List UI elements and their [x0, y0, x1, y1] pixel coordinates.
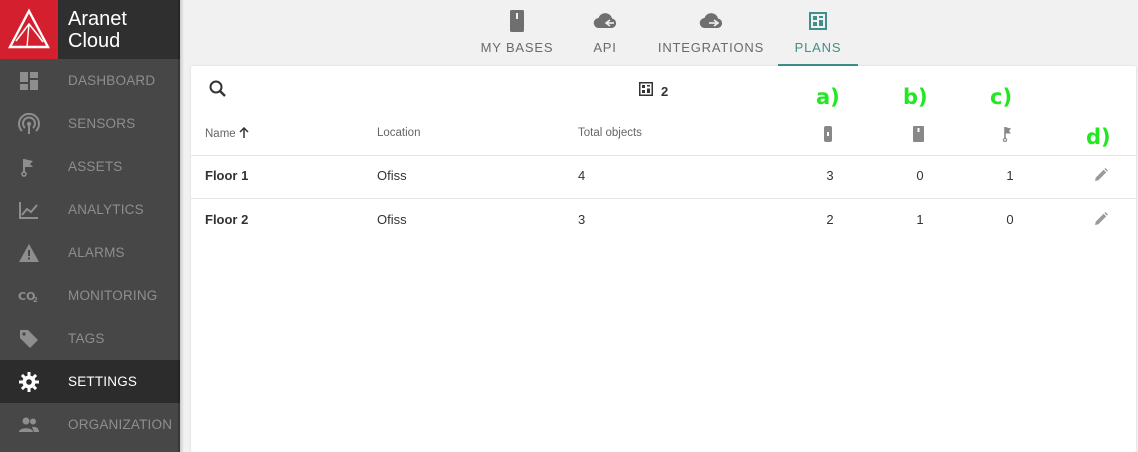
base-station-icon: [510, 10, 524, 32]
asset-column-icon[interactable]: [1002, 126, 1012, 147]
sort-ascending-icon: [239, 126, 249, 141]
row-location: Ofiss: [377, 212, 407, 227]
row-total: 3: [578, 212, 586, 227]
column-header-location[interactable]: Location: [377, 127, 420, 139]
column-header-label: Name: [205, 128, 236, 140]
sidebar-item-label: ORGANIZATION: [68, 417, 173, 432]
row-sensors-count: 2: [826, 212, 834, 227]
gear-icon: [18, 371, 40, 393]
settings-tabs: MY BASES API INTEGRATIONS PLANS: [180, 0, 1138, 66]
row-name: Floor 2: [205, 212, 249, 227]
sidebar-shadow: [178, 0, 184, 452]
edit-plan-button[interactable]: [1093, 211, 1111, 229]
tab-label: INTEGRATIONS: [657, 40, 765, 55]
row-bases-count: 0: [916, 168, 924, 183]
row-sensors-count: 3: [826, 168, 834, 183]
sidebar-item-sensors[interactable]: SENSORS: [0, 102, 180, 145]
sensor-column-icon[interactable]: [824, 126, 832, 147]
row-location: Ofiss: [377, 168, 407, 183]
sidebar-item-label: SETTINGS: [68, 374, 138, 389]
sidebar-item-label: MONITORING: [68, 288, 158, 303]
sidebar-item-label: DASHBOARD: [68, 73, 156, 88]
pencil-icon: [1095, 168, 1108, 181]
tab-api[interactable]: API: [578, 0, 632, 66]
sidebar: Aranet Cloud DASHBOARD SENSORS ASSETS AN…: [0, 0, 184, 452]
tab-label: API: [593, 40, 617, 55]
edit-plan-button[interactable]: [1093, 167, 1111, 185]
aranet-logo: [0, 0, 58, 59]
column-header-name[interactable]: Name: [205, 126, 249, 141]
sidebar-item-label: ANALYTICS: [68, 202, 144, 217]
tab-plans[interactable]: PLANS: [778, 0, 858, 66]
tab-label: PLANS: [794, 40, 842, 55]
tab-my-bases[interactable]: MY BASES: [478, 0, 556, 66]
plans-card: 2 a) b) c) d) Name Location Total object…: [191, 66, 1136, 452]
sidebar-item-label: TAGS: [68, 331, 105, 346]
pencil-icon: [1095, 212, 1108, 225]
tab-integrations[interactable]: INTEGRATIONS: [655, 0, 767, 66]
row-name: Floor 1: [205, 168, 249, 183]
sidebar-item-label: ASSETS: [68, 159, 123, 174]
tab-label: MY BASES: [480, 40, 554, 55]
row-assets-count: 1: [1006, 168, 1014, 183]
cloud-integrations-icon: [699, 10, 723, 32]
row-bases-count: 1: [916, 212, 924, 227]
sidebar-item-assets[interactable]: ASSETS: [0, 145, 180, 188]
row-total: 4: [578, 168, 586, 183]
co2-icon: CO 2: [18, 285, 40, 307]
sidebar-item-organization[interactable]: ORGANIZATION: [0, 403, 180, 446]
plan-count: 2: [639, 82, 668, 101]
sidebar-item-settings[interactable]: SETTINGS: [0, 360, 180, 403]
sidebar-item-tags[interactable]: TAGS: [0, 317, 180, 360]
plans-count-icon: [639, 82, 653, 101]
header-divider: [191, 155, 1136, 156]
column-header-total-objects[interactable]: Total objects: [578, 127, 642, 139]
plans-icon: [809, 10, 827, 32]
row-divider: [191, 198, 1136, 199]
people-icon: [18, 414, 40, 436]
svg-text:2: 2: [33, 296, 38, 303]
annotation-b: b): [903, 85, 928, 109]
dashboard-icon: [18, 70, 40, 92]
brand-line-2: Cloud: [68, 30, 121, 52]
brand-name: Aranet Cloud: [58, 0, 127, 59]
row-assets-count: 0: [1006, 212, 1014, 227]
assets-icon: [18, 156, 40, 178]
brand[interactable]: Aranet Cloud: [0, 0, 180, 59]
search-icon[interactable]: [207, 78, 229, 100]
brand-line-1: Aranet: [68, 8, 127, 30]
annotation-a: a): [816, 85, 840, 109]
plan-count-value: 2: [661, 84, 669, 99]
sidebar-item-monitoring[interactable]: CO 2 MONITORING: [0, 274, 180, 317]
tag-icon: [18, 328, 40, 350]
sidebar-item-label: ALARMS: [68, 245, 125, 260]
sidebar-item-alarms[interactable]: ALARMS: [0, 231, 180, 274]
analytics-icon: [18, 199, 40, 221]
sensors-icon: [18, 113, 40, 135]
annotation-c: c): [990, 85, 1013, 109]
annotation-d: d): [1086, 125, 1111, 149]
sidebar-item-label: SENSORS: [68, 116, 136, 131]
sidebar-item-analytics[interactable]: ANALYTICS: [0, 188, 180, 231]
alarms-icon: [18, 242, 40, 264]
cloud-api-icon: [593, 10, 617, 32]
base-station-column-icon[interactable]: [913, 126, 924, 147]
sidebar-item-dashboard[interactable]: DASHBOARD: [0, 59, 180, 102]
